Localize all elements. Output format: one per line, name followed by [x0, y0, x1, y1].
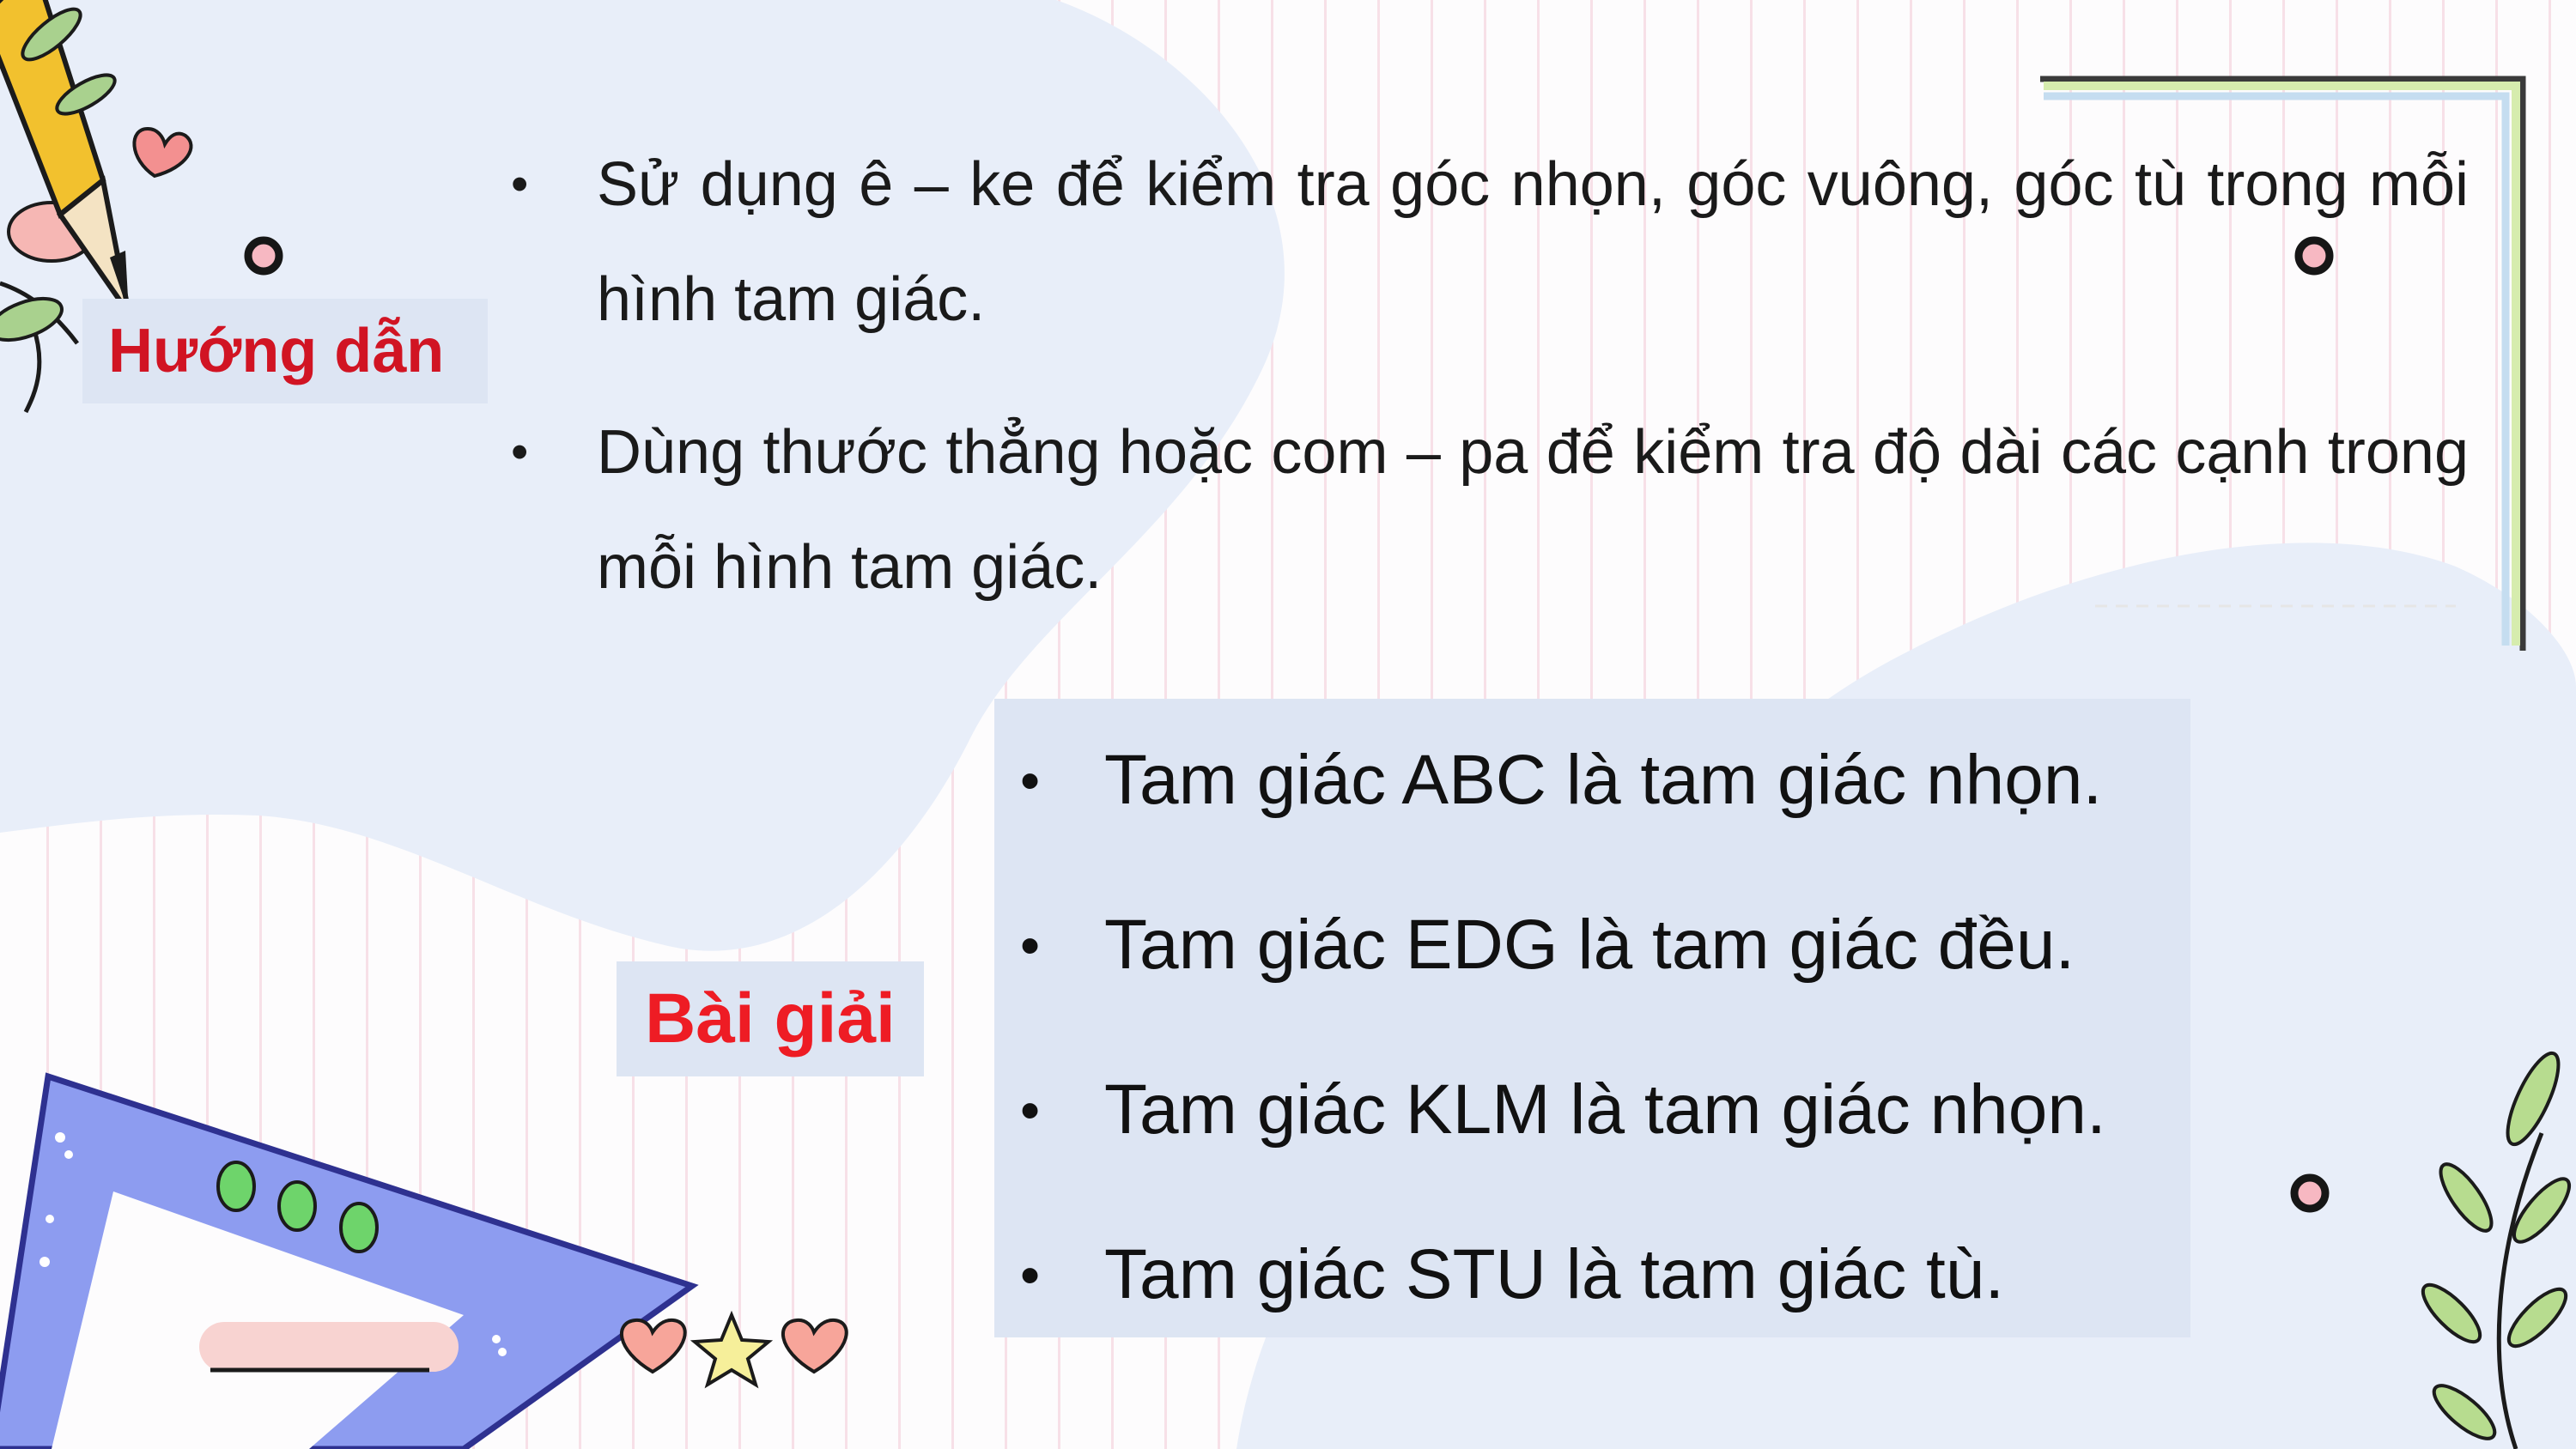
- guide-item: Dùng thước thẳng hoặc com – pa để kiểm t…: [511, 395, 2469, 625]
- heart-icon: [781, 1318, 848, 1374]
- guide-heading: Hướng dẫn: [108, 317, 445, 385]
- slide: Hướng dẫn Sử dụng ê – ke để kiểm tra góc…: [0, 0, 2576, 1449]
- solution-heading: Bài giải: [645, 979, 896, 1058]
- solution-item: Tam giác ABC là tam giác nhọn.: [1020, 735, 2106, 826]
- solution-list: Tam giác ABC là tam giác nhọn. Tam giác …: [1020, 735, 2106, 1394]
- star-icon: [690, 1310, 774, 1389]
- heart-icon: [620, 1318, 687, 1374]
- solution-item: Tam giác STU là tam giác tù.: [1020, 1229, 2106, 1320]
- solution-heading-box: Bài giải: [617, 961, 924, 1076]
- solution-box: Tam giác ABC là tam giác nhọn. Tam giác …: [994, 699, 2190, 1337]
- guide-list: Sử dụng ê – ke để kiểm tra góc nhọn, góc…: [511, 127, 2469, 663]
- guide-item: Sử dụng ê – ke để kiểm tra góc nhọn, góc…: [511, 127, 2469, 357]
- set-square-icon: [0, 1072, 699, 1449]
- solution-item: Tam giác EDG là tam giác đều.: [1020, 900, 2106, 991]
- solution-item: Tam giác KLM là tam giác nhọn.: [1020, 1064, 2106, 1155]
- guide-heading-box: Hướng dẫn: [82, 299, 488, 403]
